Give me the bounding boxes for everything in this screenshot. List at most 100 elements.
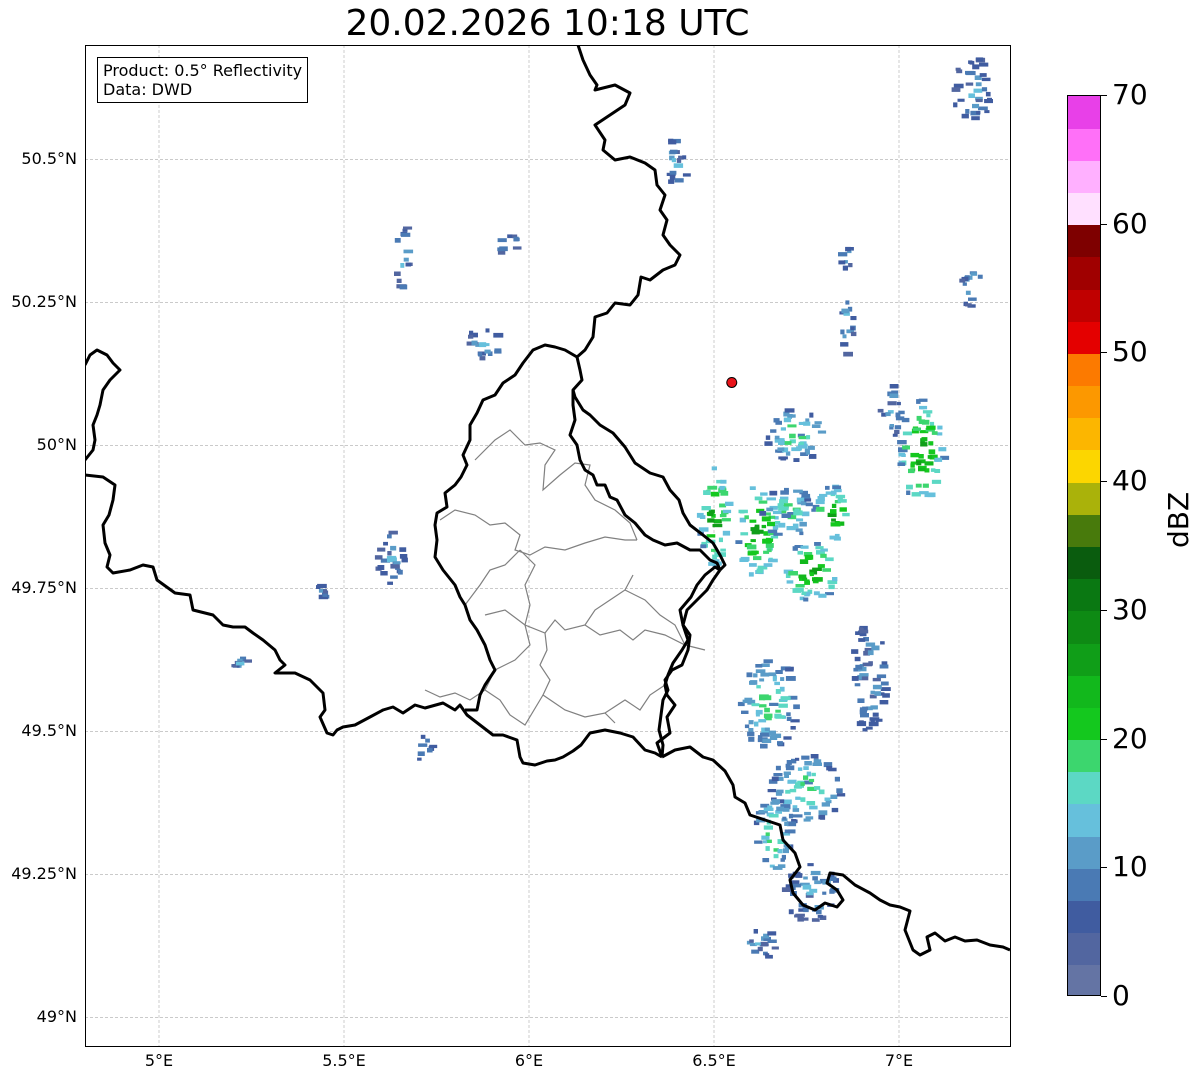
echo-pixel: [838, 252, 848, 257]
radar-site-marker[interactable]: [726, 376, 738, 388]
echo-pixel: [792, 808, 800, 812]
echo-pixel: [927, 455, 932, 459]
radar-map[interactable]: [85, 45, 1011, 1047]
echo-pixel: [775, 765, 781, 771]
echo-pixel: [757, 738, 763, 743]
colorbar-segment: [1068, 739, 1100, 773]
echo-pixel: [387, 534, 392, 539]
colorbar-segment: [1068, 964, 1100, 995]
echo-pixel: [767, 931, 777, 936]
echo-pixel: [965, 290, 971, 295]
echo-pixel: [497, 238, 507, 243]
echo-pixel: [973, 88, 983, 93]
echo-pixel: [701, 506, 711, 511]
echo-pixel: [744, 724, 750, 729]
echo-pixel: [797, 767, 803, 771]
echo-pixel: [780, 677, 785, 681]
echo-pixel: [971, 116, 980, 121]
echo-pixel: [966, 71, 976, 76]
echo-pixel: [778, 522, 786, 528]
echo-pixel: [959, 278, 966, 283]
echo-pixel: [838, 260, 846, 265]
echo-pixel: [806, 435, 811, 440]
echo-pixel: [806, 592, 811, 596]
echo-pixel: [803, 766, 809, 770]
colorbar-tick: [1101, 481, 1107, 483]
echo-pixel: [507, 234, 513, 239]
echo-pixel: [977, 274, 983, 279]
colorbar-tick-label: 20: [1112, 721, 1148, 755]
echo-pixel: [862, 706, 868, 711]
echo-pixel: [748, 572, 754, 577]
colorbar-segment: [1068, 385, 1100, 419]
echo-pixel: [420, 734, 426, 739]
echo-pixel: [804, 811, 811, 816]
echo-pixel: [756, 568, 763, 574]
echo-pixel: [418, 743, 428, 747]
echo-pixel: [804, 761, 812, 766]
echo-pixel: [390, 545, 397, 551]
echo-pixel: [985, 91, 991, 97]
echo-pixel: [957, 98, 965, 102]
echo-pixel: [400, 232, 411, 237]
echo-pixel: [399, 547, 407, 552]
echo-pixel: [809, 805, 818, 810]
colorbar-segment: [1068, 224, 1100, 258]
echo-pixel: [387, 551, 392, 556]
lat-tick-label: 49.5°N: [21, 721, 77, 741]
colorbar-tick: [1101, 867, 1107, 869]
echo-pixel: [472, 332, 478, 338]
echo-pixel: [868, 661, 873, 666]
echo-pixel: [771, 946, 779, 950]
echo-pixel: [817, 564, 825, 568]
colorbar-segment: [1068, 868, 1100, 901]
echo-pixel: [845, 300, 850, 305]
echo-pixel: [670, 149, 678, 154]
echo-pixel: [793, 489, 803, 493]
echo-pixel: [808, 454, 817, 459]
echo-pixel: [810, 754, 819, 759]
echo-pixel: [723, 509, 732, 514]
echo-pixel: [804, 580, 810, 585]
echo-pixel: [759, 510, 767, 516]
echo-pixel: [749, 519, 757, 523]
echo-pixel: [405, 262, 412, 267]
echo-pixel: [707, 485, 718, 490]
echo-pixel: [889, 393, 899, 398]
echo-pixel: [938, 447, 947, 452]
echo-pixel: [981, 77, 991, 82]
echo-pixel: [807, 445, 815, 450]
echo-pixel: [749, 563, 757, 567]
echo-pixel: [671, 158, 676, 163]
echo-pixel: [898, 410, 905, 415]
lat-tick-label: 50.25°N: [11, 292, 77, 312]
echo-pixel: [768, 558, 778, 563]
echo-pixel: [783, 771, 791, 775]
echo-pixel: [770, 429, 777, 433]
echo-pixel: [778, 507, 787, 511]
colorbar-segment: [1068, 128, 1100, 161]
echo-pixel: [720, 548, 726, 552]
echo-pixel: [820, 814, 826, 820]
echo-pixel: [390, 575, 398, 579]
lon-tick-label: 5°E: [144, 1051, 174, 1070]
echo-pixel: [774, 733, 782, 738]
echo-pixel: [317, 583, 327, 588]
echo-pixel: [696, 512, 704, 518]
echo-pixel: [762, 539, 771, 544]
echo-pixel: [747, 731, 755, 737]
echo-pixel: [902, 431, 913, 436]
echo-pixel: [825, 557, 834, 562]
echo-pixel: [669, 170, 677, 175]
echo-pixel: [738, 509, 748, 514]
echo-pixel: [762, 858, 770, 863]
colorbar: [1067, 95, 1101, 996]
echo-pixel: [793, 510, 803, 516]
echo-pixel: [872, 677, 881, 682]
echo-pixel: [918, 454, 924, 459]
echo-pixel: [865, 642, 876, 647]
echo-pixel: [768, 672, 777, 677]
echo-pixel: [968, 60, 973, 64]
echo-pixel: [906, 490, 911, 495]
echo-pixel: [786, 580, 794, 584]
